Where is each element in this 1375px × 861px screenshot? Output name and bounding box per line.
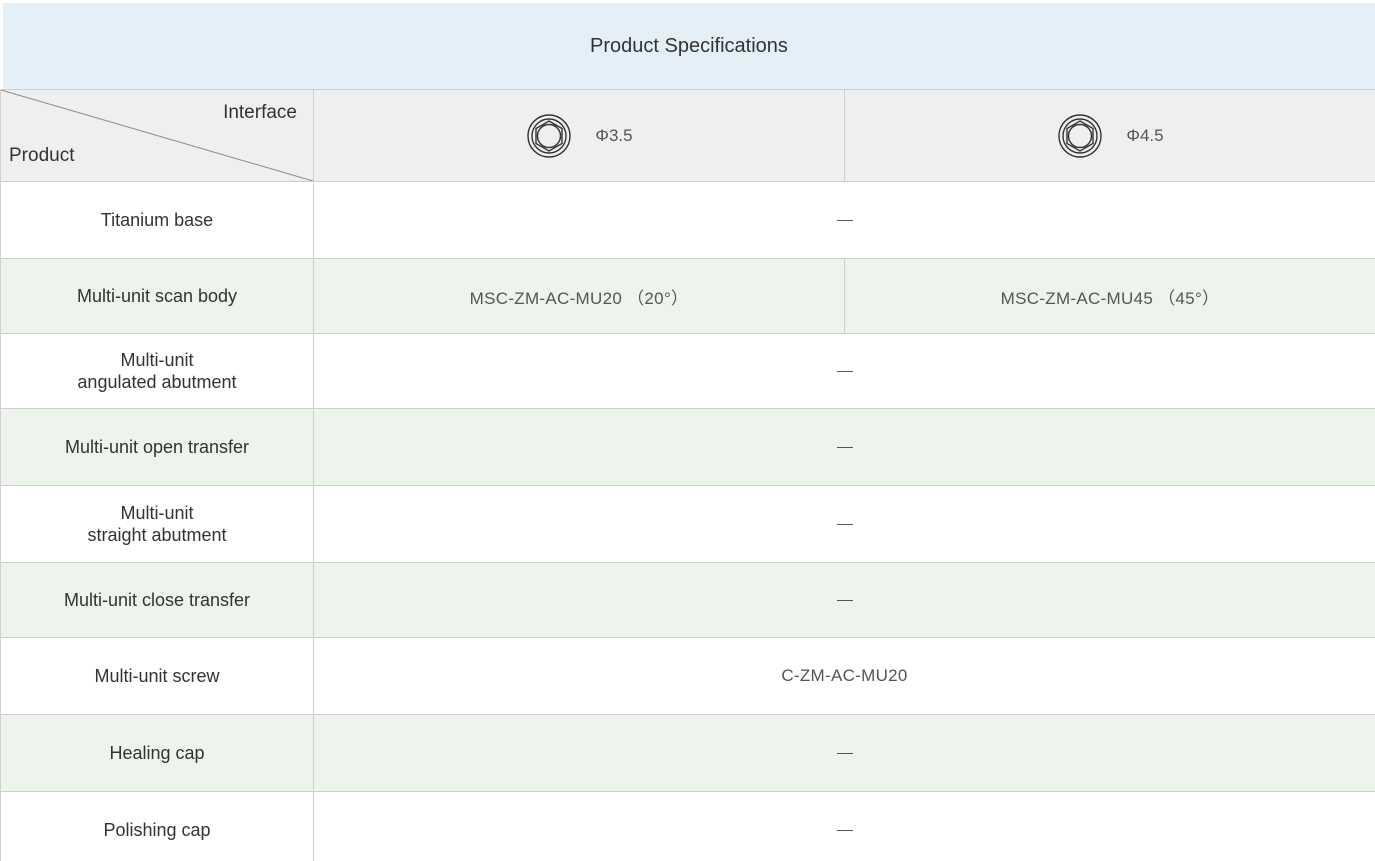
product-value: MSC-ZM-AC-MU45 （45°） [844,258,1375,334]
product-value: — [313,485,1375,563]
corner-product-label: Product [9,145,75,166]
product-value: C-ZM-AC-MU20 [313,637,1375,715]
table-row: Multi-unit screw C-ZM-AC-MU20 [0,637,1375,715]
interface-label: Φ4.5 [1126,125,1164,145]
product-name: Polishing cap [0,791,314,861]
table-row: Titanium base — [0,181,1375,259]
interface-header-2: Φ4.5 [844,89,1375,182]
dash-value: — [836,524,853,526]
product-value: — [313,791,1375,861]
product-name: Titanium base [0,181,314,259]
dash-value: — [836,371,853,373]
product-value: — [313,714,1375,792]
spec-table: Interface Product Φ3.5 Φ4.5 Titanium bas… [0,89,1375,861]
table-row: Multi-unit angulated abutment — [0,333,1375,409]
product-name: Multi-unit straight abutment [0,485,314,563]
table-row: Multi-unit scan body MSC-ZM-AC-MU20 （20°… [0,258,1375,334]
name-line: straight abutment [87,525,227,545]
name-line: angulated abutment [77,372,237,392]
corner-interface-label: Interface [223,102,297,123]
product-value: — [313,333,1375,409]
spec-sheet: Product Specifications Interface Product [0,0,1375,861]
table-row: Multi-unit open transfer — [0,408,1375,486]
product-name: Multi-unit close transfer [0,562,314,638]
table-row: Multi-unit straight abutment — [0,485,1375,563]
corner-cell: Interface Product [0,89,314,182]
dash-value: — [836,829,853,831]
table-row: Healing cap — [0,714,1375,792]
interface-header-1: Φ3.5 [313,89,845,182]
table-row: Polishing cap — [0,791,1375,861]
product-value: — [313,562,1375,638]
hex-socket-icon [1058,113,1103,158]
product-name: Multi-unit screw [0,637,314,715]
product-value: — [313,408,1375,486]
dash-value: — [836,600,853,602]
header-row: Interface Product Φ3.5 Φ4.5 [0,89,1375,182]
product-name: Multi-unit angulated abutment [0,333,314,409]
table-row: Multi-unit close transfer — [0,562,1375,638]
name-line: Multi-unit [120,350,194,370]
product-name: Healing cap [0,714,314,792]
dash-value: — [836,220,853,222]
hex-socket-icon [527,113,572,158]
product-value: MSC-ZM-AC-MU20 （20°） [313,258,845,334]
dash-value: — [836,753,853,755]
product-name: Multi-unit scan body [0,258,314,334]
interface-label: Φ3.5 [595,125,633,145]
name-line: Multi-unit [120,503,194,523]
product-name: Multi-unit open transfer [0,408,314,486]
table-title: Product Specifications [3,3,1375,89]
dash-value: — [836,447,853,449]
product-value: — [313,181,1375,259]
